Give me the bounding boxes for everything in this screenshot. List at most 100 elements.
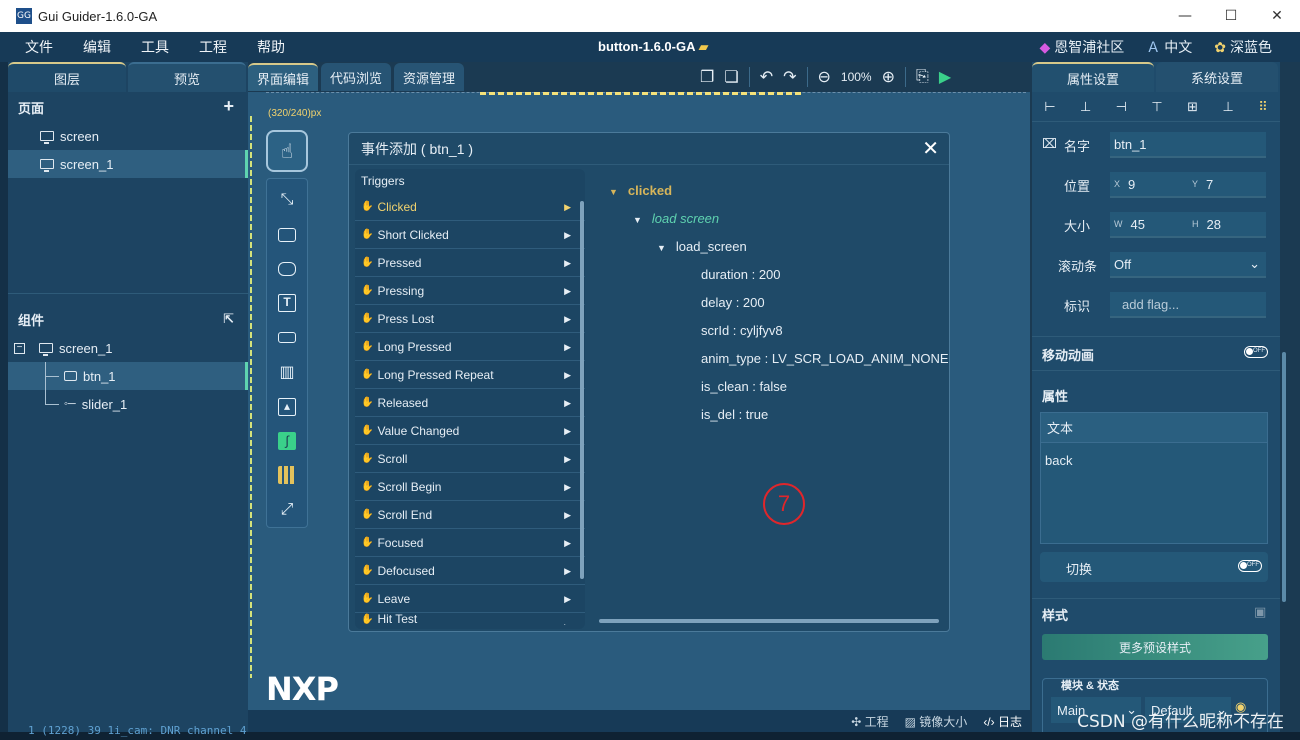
qrcode-widget-icon[interactable] bbox=[278, 458, 296, 492]
community-link[interactable]: ◆ 恩智浦社区 bbox=[1039, 37, 1124, 57]
switch-toggle[interactable]: OFF bbox=[1238, 560, 1262, 572]
align-right-icon[interactable]: ⊣ bbox=[1116, 99, 1127, 115]
align-hcenter-icon[interactable]: ⊥ bbox=[1080, 99, 1091, 115]
align-bottom-icon[interactable]: ⊥ bbox=[1222, 99, 1233, 115]
trigger-item[interactable]: ✋ Released ▶ bbox=[355, 389, 585, 417]
trigger-scrollbar[interactable] bbox=[580, 201, 584, 579]
redo-icon[interactable]: ↷ bbox=[783, 67, 796, 87]
tab-system-settings[interactable]: 系统设置 bbox=[1156, 62, 1278, 92]
align-top-icon[interactable]: ⊤ bbox=[1151, 99, 1162, 115]
trigger-item[interactable]: ✋ Scroll Begin ▶ bbox=[355, 473, 585, 501]
maximize-button[interactable]: ☐ bbox=[1208, 0, 1254, 32]
action-node[interactable]: ▼ load screen bbox=[633, 211, 719, 226]
tab-properties[interactable]: 属性设置 bbox=[1032, 62, 1154, 92]
align-left-icon[interactable]: ⊢ bbox=[1044, 99, 1055, 115]
chart-widget-icon[interactable]: ▥ bbox=[279, 355, 294, 389]
community-icon: ◆ bbox=[1039, 39, 1051, 55]
menu-tools[interactable]: 工具 bbox=[141, 37, 169, 57]
name-input[interactable]: btn_1 bbox=[1110, 132, 1266, 158]
size-w-input[interactable]: W 45 bbox=[1110, 212, 1188, 238]
button-widget-icon[interactable] bbox=[278, 217, 296, 251]
trigger-item[interactable]: ✋ Scroll End ▶ bbox=[355, 501, 585, 529]
trigger-item[interactable]: ✋ Press Lost ▶ bbox=[355, 305, 585, 333]
menu-help[interactable]: 帮助 bbox=[257, 37, 285, 57]
menu-edit[interactable]: 编辑 bbox=[83, 37, 111, 57]
trigger-item[interactable]: ✋ Clicked ▶ bbox=[355, 193, 585, 221]
zoom-out-icon[interactable]: ⊖ bbox=[818, 67, 831, 87]
align-vcenter-icon[interactable]: ⊞ bbox=[1187, 99, 1198, 115]
run-icon[interactable]: ▶ bbox=[939, 67, 951, 87]
menu-project[interactable]: 工程 bbox=[199, 37, 227, 57]
theme-switch[interactable]: ✿ 深蓝色 bbox=[1214, 37, 1272, 57]
undo-icon[interactable]: ↶ bbox=[760, 67, 773, 87]
external-link-icon[interactable]: ⇱ bbox=[223, 311, 234, 327]
tab-preview[interactable]: 预览 bbox=[128, 62, 246, 92]
pos-y-input[interactable]: Y7 bbox=[1188, 172, 1266, 198]
tab-layers[interactable]: 图层 bbox=[8, 62, 126, 92]
bring-front-icon[interactable]: ❐ bbox=[700, 67, 714, 87]
dropdown-widget-icon[interactable] bbox=[278, 321, 296, 355]
event-node[interactable]: ▼ clicked bbox=[609, 183, 672, 198]
grid-icon[interactable]: ⠿ bbox=[1258, 99, 1268, 115]
status-log-label: 日志 bbox=[997, 715, 1022, 729]
close-window-button[interactable]: ✕ bbox=[1254, 0, 1300, 32]
generate-code-icon[interactable]: ⎘ bbox=[916, 68, 929, 86]
page-item-screen[interactable]: screen bbox=[8, 122, 248, 150]
more-presets-button[interactable]: 更多预设样式 bbox=[1042, 634, 1268, 660]
trigger-item[interactable]: ✋ Leave ▶ bbox=[355, 585, 585, 613]
app-logo-icon: GG bbox=[16, 8, 32, 24]
action-detail-node[interactable]: ▼ load_screen bbox=[657, 239, 747, 254]
trigger-item[interactable]: ✋ Pressed ▶ bbox=[355, 249, 585, 277]
caret-down-icon[interactable]: ▼ bbox=[609, 187, 618, 197]
move-anim-toggle[interactable]: OFF bbox=[1244, 346, 1268, 358]
collapse-toolbar-icon[interactable]: ⤡ bbox=[281, 183, 294, 217]
language-switch[interactable]: Ａ 中文 bbox=[1146, 37, 1192, 57]
tree-item-slider-1[interactable]: ◦─ slider_1 bbox=[8, 390, 248, 418]
line-widget-icon[interactable]: ∫ bbox=[278, 424, 296, 458]
zoom-in-icon[interactable]: ⊕ bbox=[882, 67, 895, 87]
trigger-item[interactable]: ✋Hit Test ▶ bbox=[355, 613, 585, 625]
status-project[interactable]: ✣ 工程 bbox=[851, 713, 888, 730]
trigger-item[interactable]: ✋ Long Pressed Repeat ▶ bbox=[355, 361, 585, 389]
trigger-item[interactable]: ✋ Focused ▶ bbox=[355, 529, 585, 557]
trigger-item[interactable]: ✋ Pressing ▶ bbox=[355, 277, 585, 305]
trigger-item[interactable]: ✋ Scroll ▶ bbox=[355, 445, 585, 473]
save-icon[interactable]: ▣ bbox=[1254, 604, 1266, 620]
right-scrollbar[interactable] bbox=[1282, 352, 1286, 602]
size-h-input[interactable]: H 28 bbox=[1188, 212, 1266, 238]
pos-x-input[interactable]: X9 bbox=[1110, 172, 1188, 198]
collapse-icon[interactable]: − bbox=[14, 342, 25, 354]
trigger-item[interactable]: ✋ Value Changed ▶ bbox=[355, 417, 585, 445]
send-back-icon[interactable]: ❏ bbox=[724, 67, 738, 87]
dialog-title: 事件添加 ( btn_1 ) bbox=[361, 140, 474, 157]
caret-down-icon[interactable]: ▼ bbox=[633, 215, 642, 225]
image-widget-icon[interactable]: ▴ bbox=[278, 389, 296, 423]
caret-down-icon[interactable]: ▼ bbox=[657, 243, 666, 253]
status-mirror[interactable]: ▨ 镜像大小 bbox=[905, 713, 968, 730]
design-canvas[interactable]: (320/240)px ☝ ⤡ T ▥ ▴ ∫ ⤢ NXP 事件添加 ( btn… bbox=[248, 92, 1030, 710]
tree-item-btn-1[interactable]: btn_1 bbox=[8, 362, 248, 390]
label-widget-icon[interactable]: T bbox=[278, 286, 296, 320]
menu-file[interactable]: 文件 bbox=[25, 37, 53, 57]
trigger-item[interactable]: ✋ Short Clicked ▶ bbox=[355, 221, 585, 249]
status-log[interactable]: ‹/› 日志 bbox=[983, 713, 1022, 730]
close-icon[interactable]: ✕ bbox=[922, 136, 939, 161]
horizontal-scrollbar[interactable] bbox=[599, 619, 939, 623]
tree-item-screen-1[interactable]: − screen_1 bbox=[8, 334, 248, 362]
tab-resources[interactable]: 资源管理 bbox=[394, 63, 465, 91]
flag-input[interactable]: add flag... bbox=[1110, 292, 1266, 318]
add-page-icon[interactable]: + bbox=[223, 96, 234, 117]
tab-ui-editor[interactable]: 界面编辑 bbox=[248, 63, 319, 91]
minimize-button[interactable]: — bbox=[1162, 0, 1208, 32]
tab-code-browser[interactable]: 代码浏览 bbox=[321, 63, 392, 91]
chevron-right-icon: ▶ bbox=[564, 594, 571, 604]
trigger-item[interactable]: ✋ Defocused ▶ bbox=[355, 557, 585, 585]
expand-toolbar-icon[interactable]: ⤢ bbox=[281, 493, 294, 527]
imgbutton-widget-icon[interactable] bbox=[278, 252, 296, 286]
page-item-screen-1[interactable]: screen_1 bbox=[8, 150, 248, 178]
select-tool-icon[interactable]: ☝ bbox=[266, 130, 308, 172]
trigger-item[interactable]: ✋ Long Pressed ▶ bbox=[355, 333, 585, 361]
scrollbar-select[interactable]: Off ⌄ bbox=[1110, 252, 1266, 278]
chevron-down-icon: ⌄ bbox=[1249, 256, 1260, 271]
text-value-input[interactable]: back bbox=[1041, 443, 1267, 478]
